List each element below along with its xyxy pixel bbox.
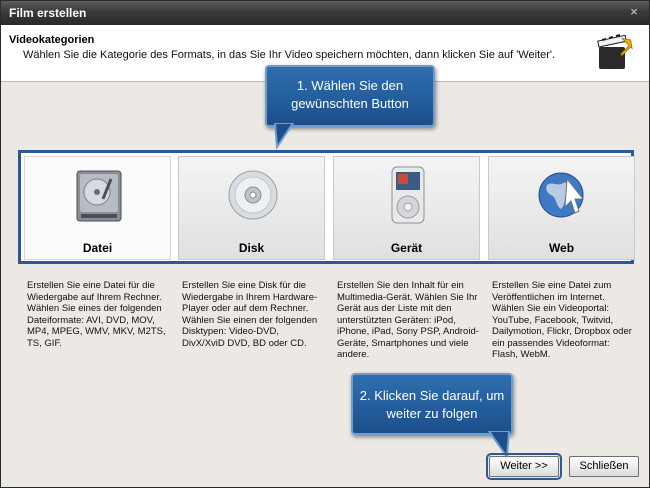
callout-text: 2. Klicken Sie darauf, um weiter zu folg… <box>359 388 505 421</box>
close-icon[interactable]: × <box>627 5 641 19</box>
callout-pointer <box>273 123 295 149</box>
video-clapper-arrow-icon <box>597 34 633 69</box>
section-title: Videokategorien <box>9 34 95 46</box>
category-description: Erstellen Sie den Inhalt für ein Multime… <box>337 280 479 360</box>
globe-icon <box>538 172 585 218</box>
step-two-callout: 2. Klicken Sie darauf, um weiter zu folg… <box>351 373 513 459</box>
callout-pointer <box>487 431 511 459</box>
disc-icon <box>228 170 278 220</box>
category-description: Erstellen Sie eine Disk für die Wiederga… <box>182 280 318 349</box>
category-button-datei[interactable]: Datei <box>24 156 171 260</box>
category-label: Web <box>548 241 575 255</box>
title-bar[interactable]: Film erstellen × <box>1 1 649 25</box>
category-button-web[interactable]: Web <box>488 156 635 260</box>
category-selector: Datei Disk Gerät Web <box>18 150 635 264</box>
callout-text: 1. Wählen Sie den gewünschten Button <box>291 78 409 111</box>
category-label: Datei <box>82 241 113 255</box>
media-player-icon <box>391 166 425 224</box>
section-subtitle: Wählen Sie die Kategorie des Formats, in… <box>23 49 556 61</box>
next-button[interactable]: Weiter >> <box>486 453 562 480</box>
category-label: Gerät <box>390 241 423 255</box>
category-button-disk[interactable]: Disk <box>178 156 325 260</box>
step-one-callout: 1. Wählen Sie den gewünschten Button <box>265 65 435 149</box>
dialog-window: Film erstellen × Videokategorien Wählen … <box>0 0 650 488</box>
window-title: Film erstellen <box>9 6 87 20</box>
close-button[interactable]: Schließen <box>569 456 639 477</box>
category-label: Disk <box>238 241 265 255</box>
hard-disk-icon <box>76 170 122 222</box>
category-description: Erstellen Sie eine Datei für die Wiederg… <box>27 280 166 349</box>
category-button-geraet[interactable]: Gerät <box>333 156 480 260</box>
category-description: Erstellen Sie eine Datei zum Veröffentli… <box>492 280 632 360</box>
